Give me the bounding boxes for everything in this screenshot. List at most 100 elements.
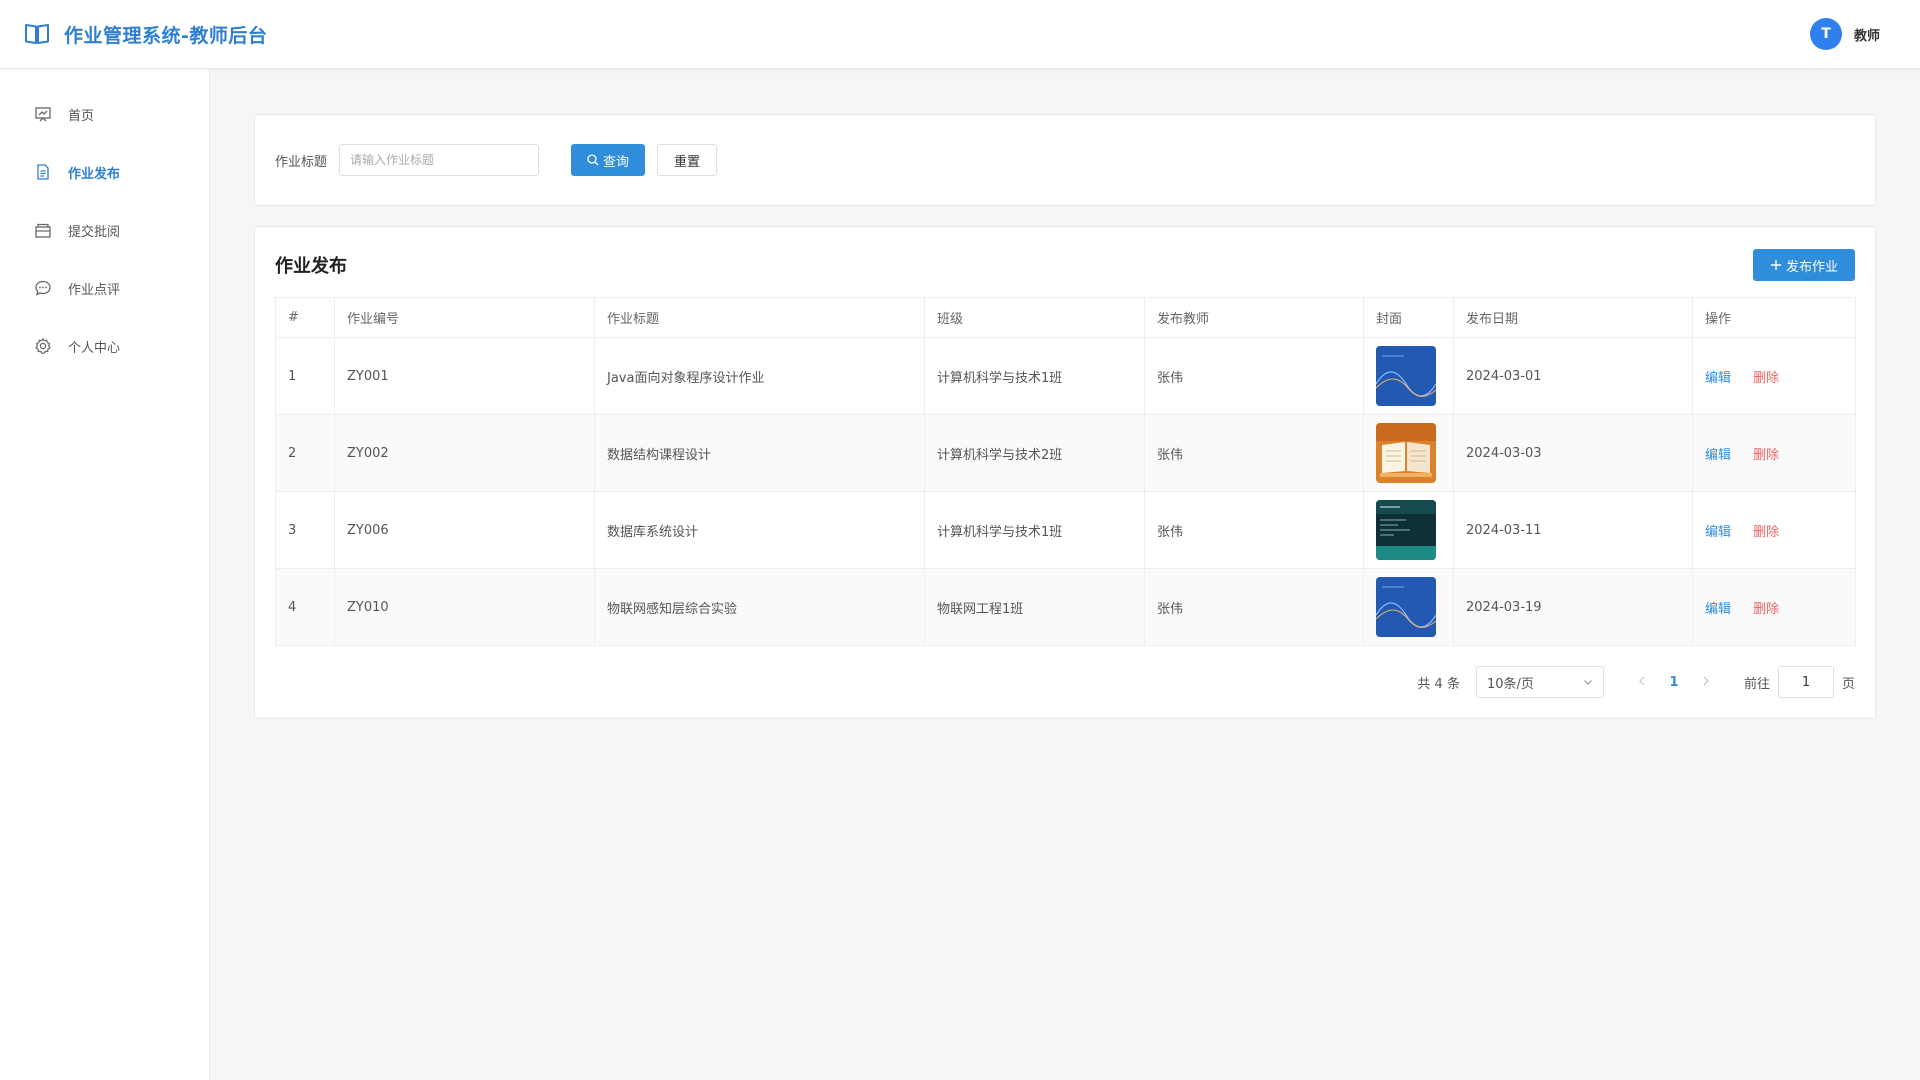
- teacher-name: 张伟: [1144, 491, 1364, 569]
- document-icon: [37, 164, 49, 180]
- brand: 作业管理系统-教师后台: [24, 21, 267, 48]
- column-header: 发布教师: [1144, 297, 1364, 338]
- row-index: 3: [275, 491, 335, 569]
- assignment-table: # 作业编号 作业标题 班级 发布教师 封面 发布日期 操作 1 ZY001 J…: [275, 297, 1856, 646]
- pagination: 共 4 条 10条/页 1 前往 页: [275, 666, 1855, 698]
- plus-icon: [1770, 260, 1781, 270]
- delete-button[interactable]: 删除: [1753, 371, 1779, 386]
- row-index: 4: [275, 568, 335, 646]
- cover-image-orange-book[interactable]: [1376, 423, 1436, 483]
- cover-image-blue-wave[interactable]: [1376, 346, 1436, 406]
- total-count: 共 4 条: [1417, 676, 1460, 692]
- assignment-title: 数据库系统设计: [594, 491, 925, 569]
- edit-button[interactable]: 编辑: [1705, 525, 1731, 540]
- sidebar-item-profile[interactable]: 个人中心: [0, 317, 209, 375]
- cover-image-teal-code[interactable]: [1376, 500, 1436, 560]
- next-page-button[interactable]: [1690, 674, 1722, 690]
- assignment-code: ZY002: [334, 414, 595, 492]
- delete-button[interactable]: 删除: [1753, 525, 1779, 540]
- user-menu[interactable]: T 教师: [1809, 18, 1880, 50]
- search-panel: 作业标题 查询 重置: [254, 114, 1876, 206]
- inbox-icon: [35, 223, 51, 238]
- comment-icon: [35, 280, 51, 296]
- edit-button[interactable]: 编辑: [1705, 371, 1731, 386]
- reset-button[interactable]: 重置: [657, 144, 718, 176]
- assignment-code: ZY006: [334, 491, 595, 569]
- sidebar-item-comment[interactable]: 作业点评: [0, 259, 209, 317]
- title-search-input[interactable]: [339, 144, 540, 176]
- list-header: 作业发布 发布作业: [275, 247, 1855, 283]
- app-title: 作业管理系统-教师后台: [64, 24, 268, 47]
- column-header: 班级: [924, 297, 1145, 338]
- table-row: 4 ZY010 物联网感知层综合实验 物联网工程1班 张伟 2024-03-19…: [275, 568, 1856, 646]
- cover-cell: [1363, 568, 1454, 646]
- goto-page-input[interactable]: [1777, 666, 1834, 698]
- sidebar: 首页 作业发布 提交批阅 作业点评 个人中心: [0, 69, 210, 1080]
- goto-label: 前往: [1743, 676, 1770, 692]
- sidebar-item-label: 首页: [68, 108, 95, 124]
- chevron-down-icon: [1584, 680, 1592, 685]
- sidebar-item-review[interactable]: 提交批阅: [0, 201, 209, 259]
- class-name: 物联网工程1班: [924, 568, 1145, 646]
- chevron-left-icon: [1639, 676, 1645, 686]
- page-size-select[interactable]: 10条/页: [1475, 666, 1604, 698]
- page-size-value: 10条/页: [1486, 676, 1534, 692]
- user-name[interactable]: 教师: [1854, 25, 1880, 44]
- prev-page-button[interactable]: [1626, 674, 1658, 690]
- sidebar-item-label: 提交批阅: [68, 224, 121, 240]
- class-name: 计算机科学与技术1班: [924, 337, 1145, 415]
- sidebar-item-publish[interactable]: 作业发布: [0, 143, 209, 201]
- actions-cell: 编辑 删除: [1692, 414, 1856, 492]
- teacher-name: 张伟: [1144, 414, 1364, 492]
- column-header: 作业编号: [334, 297, 595, 338]
- sidebar-item-label: 作业点评: [68, 282, 121, 298]
- actions-cell: 编辑 删除: [1692, 568, 1856, 646]
- query-button[interactable]: 查询: [571, 144, 646, 176]
- gear-icon: [35, 338, 51, 354]
- actions-cell: 编辑 删除: [1692, 337, 1856, 415]
- column-header: 封面: [1363, 297, 1454, 338]
- sidebar-item-label: 作业发布: [68, 166, 121, 182]
- table-header-row: # 作业编号 作业标题 班级 发布教师 封面 发布日期 操作: [275, 297, 1856, 338]
- column-header: 发布日期: [1453, 297, 1693, 338]
- teacher-name: 张伟: [1144, 568, 1364, 646]
- publish-date: 2024-03-03: [1453, 414, 1693, 492]
- row-index: 1: [275, 337, 335, 415]
- table-row: 1 ZY001 Java面向对象程序设计作业 计算机科学与技术1班 张伟 202…: [275, 337, 1856, 415]
- class-name: 计算机科学与技术2班: [924, 414, 1145, 492]
- teacher-name: 张伟: [1144, 337, 1364, 415]
- chevron-right-icon: [1703, 676, 1709, 686]
- assignment-title: Java面向对象程序设计作业: [594, 337, 925, 415]
- edit-button[interactable]: 编辑: [1705, 448, 1731, 463]
- cover-image-blue-wave[interactable]: [1376, 577, 1436, 637]
- column-header: 操作: [1692, 297, 1856, 338]
- sidebar-item-label: 个人中心: [68, 340, 121, 356]
- row-index: 2: [275, 414, 335, 492]
- assignment-code: ZY010: [334, 568, 595, 646]
- cover-cell: [1363, 491, 1454, 569]
- publish-date: 2024-03-11: [1453, 491, 1693, 569]
- publish-assignment-button[interactable]: 发布作业: [1753, 249, 1855, 281]
- top-header: 作业管理系统-教师后台 T 教师: [0, 0, 1920, 69]
- search-icon: [587, 154, 599, 166]
- book-icon: [25, 24, 49, 44]
- query-button-label: 查询: [603, 154, 630, 170]
- delete-button[interactable]: 删除: [1753, 602, 1779, 617]
- assignment-title: 物联网感知层综合实验: [594, 568, 925, 646]
- publish-button-label: 发布作业: [1785, 259, 1838, 275]
- class-name: 计算机科学与技术1班: [924, 491, 1145, 569]
- column-header: #: [275, 297, 335, 338]
- table-row: 2 ZY002 数据结构课程设计 计算机科学与技术2班 张伟 2024-03-0…: [275, 414, 1856, 492]
- publish-date: 2024-03-19: [1453, 568, 1693, 646]
- title-filter-label: 作业标题: [275, 154, 328, 170]
- delete-button[interactable]: 删除: [1753, 448, 1779, 463]
- avatar[interactable]: T: [1809, 18, 1842, 50]
- page-title: 作业发布: [275, 256, 347, 277]
- main-content: 作业标题 查询 重置 作业发布 发布作业: [254, 114, 1876, 719]
- page-number-current[interactable]: 1: [1658, 675, 1690, 690]
- sidebar-item-home[interactable]: 首页: [0, 85, 209, 143]
- edit-button[interactable]: 编辑: [1705, 602, 1731, 617]
- column-header: 作业标题: [594, 297, 925, 338]
- assignment-title: 数据结构课程设计: [594, 414, 925, 492]
- dashboard-icon: [35, 107, 51, 122]
